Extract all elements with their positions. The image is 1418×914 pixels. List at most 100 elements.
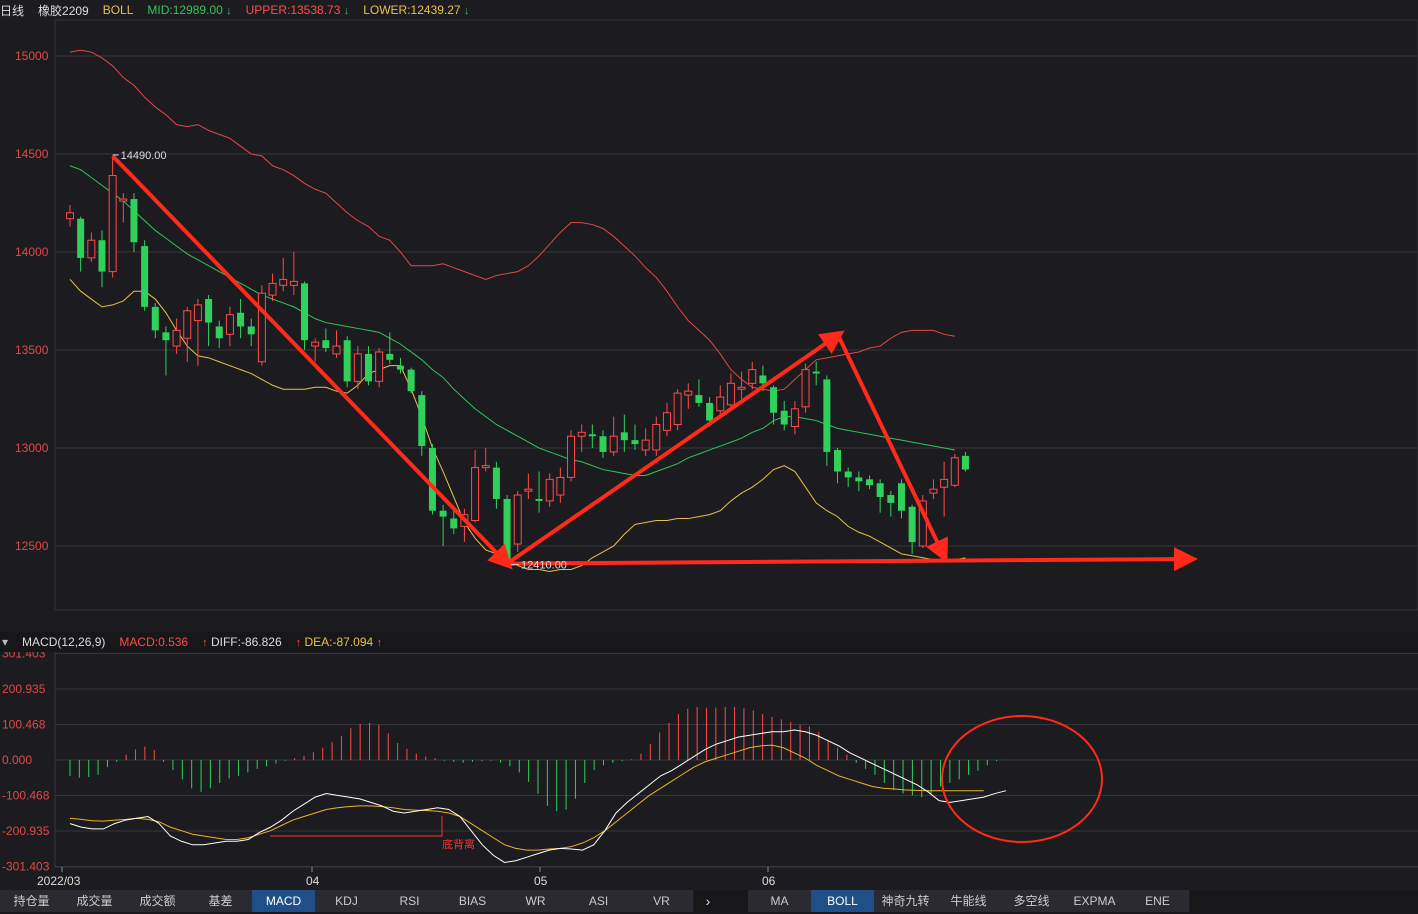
candle-body: [652, 423, 661, 451]
candle: [322, 328, 330, 352]
overlay-tab-5[interactable]: EXPMA: [1063, 890, 1127, 912]
candle: [726, 373, 735, 409]
price-tick-label: 13500: [15, 343, 49, 357]
indicator-tab-1[interactable]: 成交量: [63, 890, 127, 912]
candle-body: [695, 395, 703, 403]
candle-body: [77, 218, 85, 258]
candle: [257, 285, 266, 366]
indicator-tab-5[interactable]: KDJ: [315, 890, 379, 912]
candle: [950, 453, 959, 488]
x-tick-label: 05: [534, 874, 548, 888]
indicator-tab-6[interactable]: RSI: [378, 890, 442, 912]
candle-body: [151, 306, 159, 331]
candle: [588, 424, 596, 448]
candle-body: [119, 198, 128, 202]
candle-body: [940, 478, 949, 488]
candle-body: [172, 329, 181, 347]
candle-body: [961, 455, 969, 470]
overlay-tab-6[interactable]: ENE: [1126, 890, 1190, 912]
macd-chart[interactable]: 301.403 200.935 100.468 0.000 -100.468 -200.9…: [0, 652, 1418, 890]
overlay-tab-4[interactable]: 多空线: [1000, 890, 1064, 912]
candle-body: [225, 314, 234, 335]
indicator-tab-10[interactable]: VR: [630, 890, 694, 912]
overlay-tab-3[interactable]: 牛能线: [937, 890, 1001, 912]
arrow-up-icon: ↑: [295, 637, 302, 649]
candle-body: [66, 212, 74, 220]
collapse-icon[interactable]: ▾: [2, 635, 8, 649]
candle: [823, 375, 831, 466]
indicator-tab-8[interactable]: WR: [504, 890, 568, 912]
candle-body: [215, 326, 223, 339]
x-tick-label: 2022/03: [37, 874, 81, 888]
candle: [439, 504, 447, 546]
candle: [205, 295, 213, 347]
candle: [770, 385, 778, 425]
candlestick-chart[interactable]: 125001300013500140001450015000 14490.001…: [0, 0, 1418, 632]
diff-line: [69, 729, 1007, 863]
candle-body: [780, 410, 788, 425]
candle: [492, 461, 500, 509]
candle-body: [87, 239, 96, 259]
indicator-tab-2[interactable]: 成交额: [126, 890, 190, 912]
overlay-tab-0[interactable]: MA: [748, 890, 812, 912]
candle-body: [353, 353, 362, 382]
indicator-tab-9[interactable]: ASI: [567, 890, 631, 912]
candle-body: [684, 390, 693, 396]
candle-body: [567, 435, 576, 478]
candle-body: [98, 240, 106, 272]
x-tick-label: 04: [306, 874, 320, 888]
candle: [407, 367, 415, 394]
diff-value: ↑ DIFF:-86.826: [202, 635, 282, 649]
macd-header: ▾ MACD(12,26,9) MACD:0.536 ↑ DIFF:-86.82…: [0, 632, 1418, 652]
candle-body: [716, 396, 725, 412]
chevron-right-icon[interactable]: ›: [697, 890, 719, 912]
overlay-tab-1[interactable]: BOLL: [811, 890, 875, 912]
indicator-tab-3[interactable]: 基差: [189, 890, 253, 912]
candle-body: [524, 488, 533, 492]
candle-body: [247, 326, 255, 335]
candles: [66, 155, 969, 564]
macd-tick-label: -200.935: [2, 824, 50, 838]
down-trend-arrow: [111, 154, 513, 570]
candle-body: [662, 412, 671, 431]
candle-body: [556, 476, 565, 496]
candle: [375, 348, 384, 388]
candle-body: [609, 435, 618, 453]
indicator-tab-4[interactable]: MACD: [252, 890, 316, 912]
price-tick-label: 15000: [15, 49, 49, 63]
macd-tick-label: 100.468: [2, 718, 46, 732]
candle-body: [908, 506, 916, 543]
macd-tick-label: -301.403: [2, 859, 50, 873]
dea-value: ↑ DEA:-87.094 ↑: [295, 635, 383, 649]
candle-body: [770, 387, 778, 413]
candle: [599, 430, 607, 458]
high-price-label: 14490.00: [121, 150, 167, 162]
candle: [141, 240, 149, 311]
indicator-tab-0[interactable]: 持仓量: [0, 890, 64, 912]
candle-body: [407, 369, 415, 392]
candle-body: [950, 457, 959, 486]
candle-body: [834, 449, 842, 472]
candle: [513, 491, 522, 552]
candle: [662, 402, 671, 437]
candle-body: [866, 479, 873, 486]
macd-lines: [69, 729, 1007, 863]
macd-title: MACD(12,26,9): [22, 635, 106, 649]
candle-body: [887, 495, 895, 503]
candle: [812, 361, 820, 386]
candle-body: [268, 282, 277, 296]
candle-body: [748, 369, 757, 384]
candle-body: [726, 382, 735, 406]
candle: [172, 318, 181, 354]
boll-mid-line: [69, 165, 955, 476]
indicator-tab-7[interactable]: BIAS: [441, 890, 505, 912]
candle: [332, 330, 341, 358]
candle-body: [322, 340, 330, 349]
candle-body: [471, 467, 480, 522]
candle-body: [790, 408, 799, 427]
candle: [834, 448, 842, 484]
candle-body: [418, 395, 426, 447]
overlay-tab-2[interactable]: 神奇九转: [874, 890, 938, 912]
candle-body: [897, 483, 905, 511]
candle: [151, 302, 159, 339]
